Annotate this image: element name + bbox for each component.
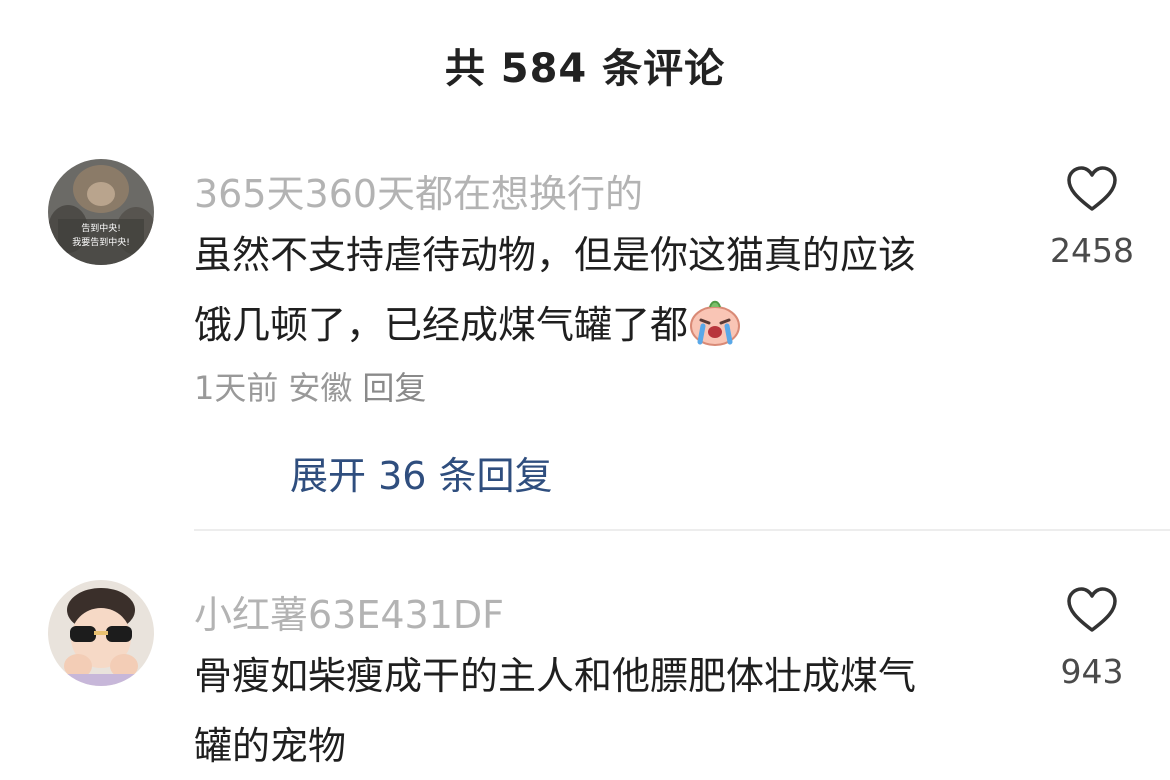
crying-face-emoji-icon: [690, 300, 741, 346]
comment-location: 安徽: [288, 369, 353, 407]
avatar[interactable]: [48, 580, 154, 686]
comment-text-line-2: 饿几顿了，已经成煤气罐了都: [194, 303, 689, 347]
comment-text-line: 虽然不支持虐待动物，但是你这猫真的应该: [194, 233, 917, 277]
comment-time: 1天前: [194, 369, 279, 407]
avatar-caption-1: 告到中央!: [81, 222, 121, 234]
comment-text: 虽然不支持虐待动物，但是你这猫真的应该 饿几顿了，已经成煤气罐了都: [194, 220, 1024, 360]
like-count: 2458: [1050, 231, 1134, 270]
like-button[interactable]: 2458: [1040, 165, 1144, 270]
avatar[interactable]: 告到中央! 我要告到中央!: [48, 159, 154, 265]
comment-text: 骨瘦如柴瘦成干的主人和他膘肥体壮成煤气 罐的宠物: [194, 641, 1024, 780]
comment-text-line: 罐的宠物: [194, 724, 347, 768]
divider: [194, 529, 1170, 531]
comment-text-line: 饿几顿了，已经成煤气罐了都: [194, 290, 1024, 360]
comment-meta: 1天前 安徽 回复: [194, 363, 436, 409]
avatar-caption-2: 我要告到中央!: [72, 236, 130, 248]
comment-username[interactable]: 小红薯63E431DF: [194, 584, 504, 639]
comments-count-title: 共 584 条评论: [444, 46, 726, 92]
comment-username[interactable]: 365天360天都在想换行的: [194, 163, 643, 218]
like-count: 943: [1060, 652, 1124, 691]
reply-button[interactable]: 回复: [362, 369, 426, 407]
heart-outline-icon: [1067, 587, 1117, 632]
like-button[interactable]: 943: [1040, 586, 1144, 691]
heart-outline-icon: [1067, 166, 1117, 211]
comments-panel: 共 584 条评论 告到中央! 我要告到中央! 365天360天都在想换行的 虽…: [0, 0, 1170, 780]
comment-text-line: 骨瘦如柴瘦成干的主人和他膘肥体壮成煤气: [194, 654, 917, 698]
expand-replies-button[interactable]: 展开 36 条回复: [290, 445, 553, 500]
